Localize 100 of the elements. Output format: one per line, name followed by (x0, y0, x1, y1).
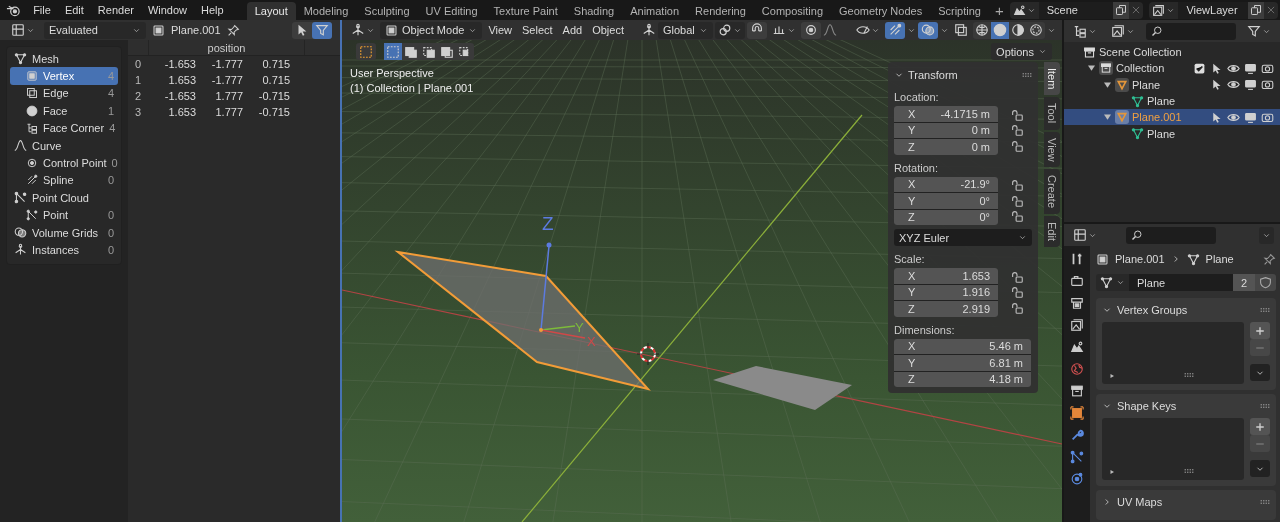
shading-button[interactable] (973, 21, 991, 39)
add-workspace-button[interactable]: + (988, 1, 1010, 19)
transform-axes-icon[interactable] (642, 23, 656, 37)
workspace-tab[interactable]: Shading (565, 2, 623, 20)
sidebar-tab[interactable]: Tool (1044, 97, 1060, 130)
shield-icon[interactable] (1259, 276, 1272, 289)
padlock-icon[interactable] (1010, 193, 1024, 208)
padlock-icon[interactable] (1010, 209, 1024, 224)
copy-icon[interactable] (1250, 4, 1262, 16)
domain-item[interactable]: Vertex 4 (10, 67, 118, 85)
domain-item[interactable]: Point 0 (10, 206, 118, 224)
outliner-row[interactable]: Plane (1064, 125, 1280, 142)
pin-icon[interactable] (1263, 252, 1276, 266)
outliner-row[interactable]: Scene Collection (1064, 44, 1280, 61)
outliner-row[interactable]: Plane (1064, 76, 1280, 93)
menu-item[interactable]: Edit (57, 0, 91, 20)
disclosure-triangle-icon[interactable] (1086, 65, 1096, 72)
disclosure-triangle-icon[interactable] (1102, 114, 1112, 121)
add-button[interactable] (1250, 418, 1270, 435)
grip-icon[interactable] (1184, 370, 1194, 380)
outliner-row[interactable]: Plane.001 (1064, 109, 1280, 126)
pin-icon[interactable] (226, 23, 240, 37)
outliner-row[interactable]: Plane (1064, 92, 1280, 110)
domain-item[interactable]: Face 1 (10, 102, 118, 120)
collection-box-icon[interactable] (1070, 384, 1084, 398)
selectable-arrow-icon[interactable] (1210, 78, 1223, 92)
scene-name-field[interactable]: Scene (1038, 1, 1114, 19)
padlock-icon[interactable] (1010, 138, 1024, 153)
number-field[interactable]: X 5.46 m (894, 338, 1031, 354)
monitor-icon[interactable] (1244, 110, 1257, 124)
grip-icon[interactable] (1184, 466, 1194, 476)
render-icon[interactable] (1070, 274, 1084, 288)
domain-item[interactable]: Edge 4 (10, 84, 118, 103)
mesh-browse-button[interactable] (1096, 274, 1129, 291)
monitor-icon[interactable] (1244, 78, 1257, 92)
shading-button[interactable] (1009, 21, 1027, 39)
gizmo-toggle[interactable] (885, 21, 905, 39)
object-square-icon[interactable] (1070, 406, 1084, 420)
search-field[interactable] (1146, 22, 1236, 40)
close-icon[interactable] (1266, 5, 1276, 15)
expand-triangle-icon[interactable] (1108, 372, 1116, 380)
number-field[interactable]: X -4.1715 m (894, 106, 998, 122)
panel-header[interactable]: UV Maps (1102, 493, 1163, 511)
panel-header[interactable]: Vertex Groups (1102, 301, 1188, 319)
options-dropdown[interactable]: Options (991, 43, 1052, 60)
add-button[interactable] (1250, 322, 1270, 339)
domain-item[interactable]: Control Point 0 (10, 154, 118, 172)
datablock-name-field[interactable]: Plane (1129, 274, 1233, 291)
workspace-tab[interactable]: Modeling (295, 2, 357, 20)
number-field[interactable]: Y 0 m (894, 122, 998, 138)
falloff-curve-icon[interactable] (822, 23, 837, 37)
workspace-tab[interactable]: Animation (622, 2, 688, 20)
padlock-icon[interactable] (1010, 285, 1024, 300)
selected-plane-drawing[interactable] (394, 250, 651, 391)
selectable-arrow-icon[interactable] (1210, 110, 1223, 124)
snap-toggle[interactable] (746, 21, 767, 39)
menu-item[interactable]: Select (518, 21, 557, 39)
sidebar-tab[interactable]: Create (1044, 169, 1060, 215)
workspace-tab[interactable]: Scripting (930, 2, 989, 20)
orientation-dropdown[interactable]: Global (658, 21, 713, 39)
disclosure-triangle-icon[interactable] (1102, 81, 1112, 88)
number-field[interactable]: Z 0 m (894, 139, 998, 155)
transform-panel-header[interactable]: Transform (894, 66, 958, 84)
shading-button[interactable] (1027, 21, 1045, 39)
output-icon[interactable] (1070, 296, 1084, 310)
view-layer-icon[interactable] (1070, 318, 1084, 332)
particles-icon[interactable] (1070, 450, 1084, 464)
padlock-icon[interactable] (1010, 300, 1024, 315)
workspace-tab[interactable]: Geometry Nodes (831, 2, 931, 20)
copy-icon[interactable] (1115, 4, 1128, 16)
padlock-icon[interactable] (1010, 269, 1024, 284)
tool-icon[interactable] (1070, 252, 1084, 266)
exclude-checkbox[interactable] (1193, 61, 1206, 75)
shading-button[interactable] (991, 21, 1009, 39)
scene-icon[interactable] (1070, 340, 1084, 354)
search-field[interactable] (1126, 226, 1216, 244)
transform-gizmo-drawing[interactable] (539, 242, 586, 339)
padlock-icon[interactable] (1010, 123, 1024, 138)
sidebar-tab[interactable]: View (1044, 131, 1060, 168)
sidebar-tab[interactable]: Edit (1044, 216, 1060, 248)
menu-item[interactable]: File (26, 0, 58, 20)
menu-item[interactable]: Object (588, 21, 628, 39)
selectable-arrow-icon[interactable] (1210, 61, 1223, 75)
domain-item[interactable]: Face Corner 4 (10, 119, 118, 137)
number-field[interactable]: X 1.653 (894, 268, 998, 284)
number-field[interactable]: Y 6.81 m (894, 355, 1031, 371)
mode-dropdown[interactable]: Object Mode (380, 21, 483, 39)
world-icon[interactable] (1070, 362, 1084, 376)
number-field[interactable]: X -21.9° (894, 176, 998, 192)
number-field[interactable]: Z 4.18 m (894, 371, 1031, 387)
wrench-icon[interactable] (1070, 428, 1084, 442)
workspace-tab[interactable]: Layout (246, 2, 296, 20)
camera-icon[interactable] (1261, 78, 1274, 92)
workspace-tab[interactable]: Sculpting (356, 2, 418, 20)
workspace-tab[interactable]: UV Editing (417, 2, 486, 20)
domain-item[interactable]: Spline 0 (10, 171, 118, 190)
outliner-row[interactable]: Collection (1064, 60, 1280, 77)
expand-triangle-icon[interactable] (1108, 468, 1116, 476)
workspace-tab[interactable]: Compositing (753, 2, 831, 20)
3d-cursor-icon[interactable] (636, 342, 660, 366)
